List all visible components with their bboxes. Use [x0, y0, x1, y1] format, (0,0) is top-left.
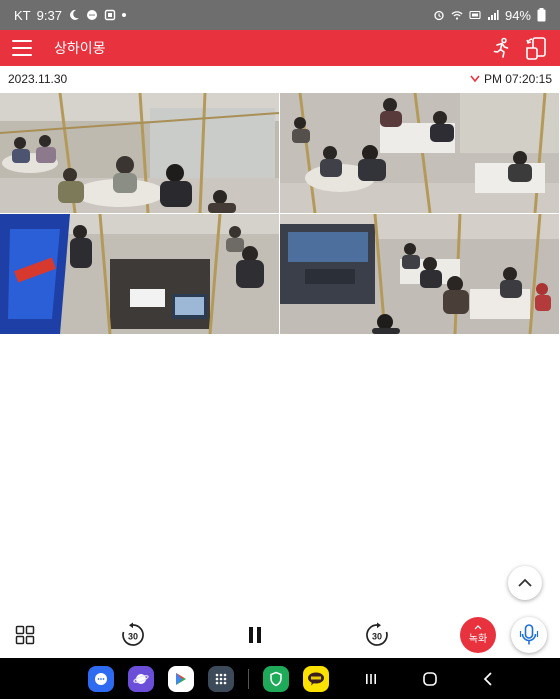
status-bar: KT 9:37 94% [0, 0, 560, 30]
camera-view-1[interactable] [0, 93, 279, 213]
chevron-up-icon [518, 578, 532, 587]
camera-view-4[interactable] [280, 214, 559, 334]
camera-feed-image [280, 93, 559, 213]
kakaotalk-app-icon[interactable] [303, 665, 329, 692]
rewind-icon: 30 [122, 622, 144, 646]
chat-bubble-icon [95, 672, 107, 685]
camera-feed-image [0, 214, 279, 334]
clock: 9:37 [36, 7, 62, 23]
device-rotate-icon[interactable] [524, 36, 548, 60]
notification-icon [104, 9, 116, 21]
menu-line [12, 40, 32, 42]
camera-feed-image [280, 214, 559, 334]
wifi-icon [451, 11, 463, 20]
playback-datetime-bar: 2023.11.30 PM 07:20:15 [0, 66, 560, 92]
forward-icon: 30 [366, 622, 388, 646]
dock-separator [248, 668, 249, 689]
volte-icon [469, 10, 481, 20]
more-notifications-dot [121, 13, 126, 17]
battery-percent: 94% [504, 7, 531, 23]
alarm-icon [434, 10, 444, 21]
menu-line [12, 47, 32, 49]
record-button[interactable]: 녹화 [460, 617, 496, 653]
playback-date[interactable]: 2023.11.30 [8, 72, 67, 86]
messages-app-icon[interactable] [88, 665, 114, 692]
signal-icon [487, 10, 499, 20]
pause-icon [249, 627, 261, 643]
battery-icon [537, 8, 546, 22]
forward-label: 30 [372, 632, 382, 642]
moon-icon [70, 9, 79, 20]
dots-grid-icon [215, 673, 227, 684]
nav-keys [364, 658, 494, 699]
system-nav-bar [0, 658, 560, 699]
scroll-top-button[interactable] [508, 566, 542, 600]
camera-feed-image [0, 93, 279, 213]
camera-grid [0, 93, 560, 334]
rewind-label: 30 [128, 632, 138, 642]
app-title: 상하이몽 [54, 40, 106, 56]
status-left: KT 9:37 [14, 8, 126, 23]
rewind-30-button[interactable]: 30 [118, 620, 148, 650]
play-triangle-icon [176, 672, 186, 685]
playback-time: PM 07:20:15 [483, 72, 552, 86]
chevron-down-icon [470, 75, 480, 83]
carrier-label: KT [14, 7, 31, 23]
menu-button[interactable] [12, 40, 32, 56]
app-dock [88, 665, 329, 692]
home-icon[interactable] [422, 671, 438, 687]
playback-time-selector[interactable]: PM 07:20:15 [470, 72, 552, 86]
grid-layout-button[interactable] [10, 620, 40, 650]
app-bar-actions [490, 36, 548, 60]
pause-button[interactable] [240, 620, 270, 650]
chat-icon [86, 10, 97, 20]
app-bar: 상하이몽 [0, 30, 560, 66]
playback-controls: 30 30 녹화 [0, 612, 560, 658]
menu-line [12, 54, 32, 56]
back-icon[interactable] [482, 671, 494, 687]
grid-icon [15, 625, 35, 645]
talk-bubble-icon [308, 672, 324, 685]
running-person-icon[interactable] [490, 37, 512, 59]
shield-icon [270, 671, 282, 686]
status-right: 94% [433, 8, 546, 23]
play-store-app-icon[interactable] [168, 665, 194, 692]
camera-view-3[interactable] [0, 214, 279, 334]
internet-app-icon[interactable] [128, 665, 154, 692]
app-drawer-icon[interactable] [208, 665, 234, 692]
planet-icon [133, 673, 149, 684]
recents-icon[interactable] [364, 672, 378, 686]
voice-button[interactable] [511, 617, 547, 653]
camera-view-2[interactable] [280, 93, 559, 213]
record-label: 녹화 [468, 634, 488, 645]
forward-30-button[interactable]: 30 [362, 620, 392, 650]
microphone-icon [519, 624, 539, 645]
security-app-icon[interactable] [263, 665, 289, 692]
